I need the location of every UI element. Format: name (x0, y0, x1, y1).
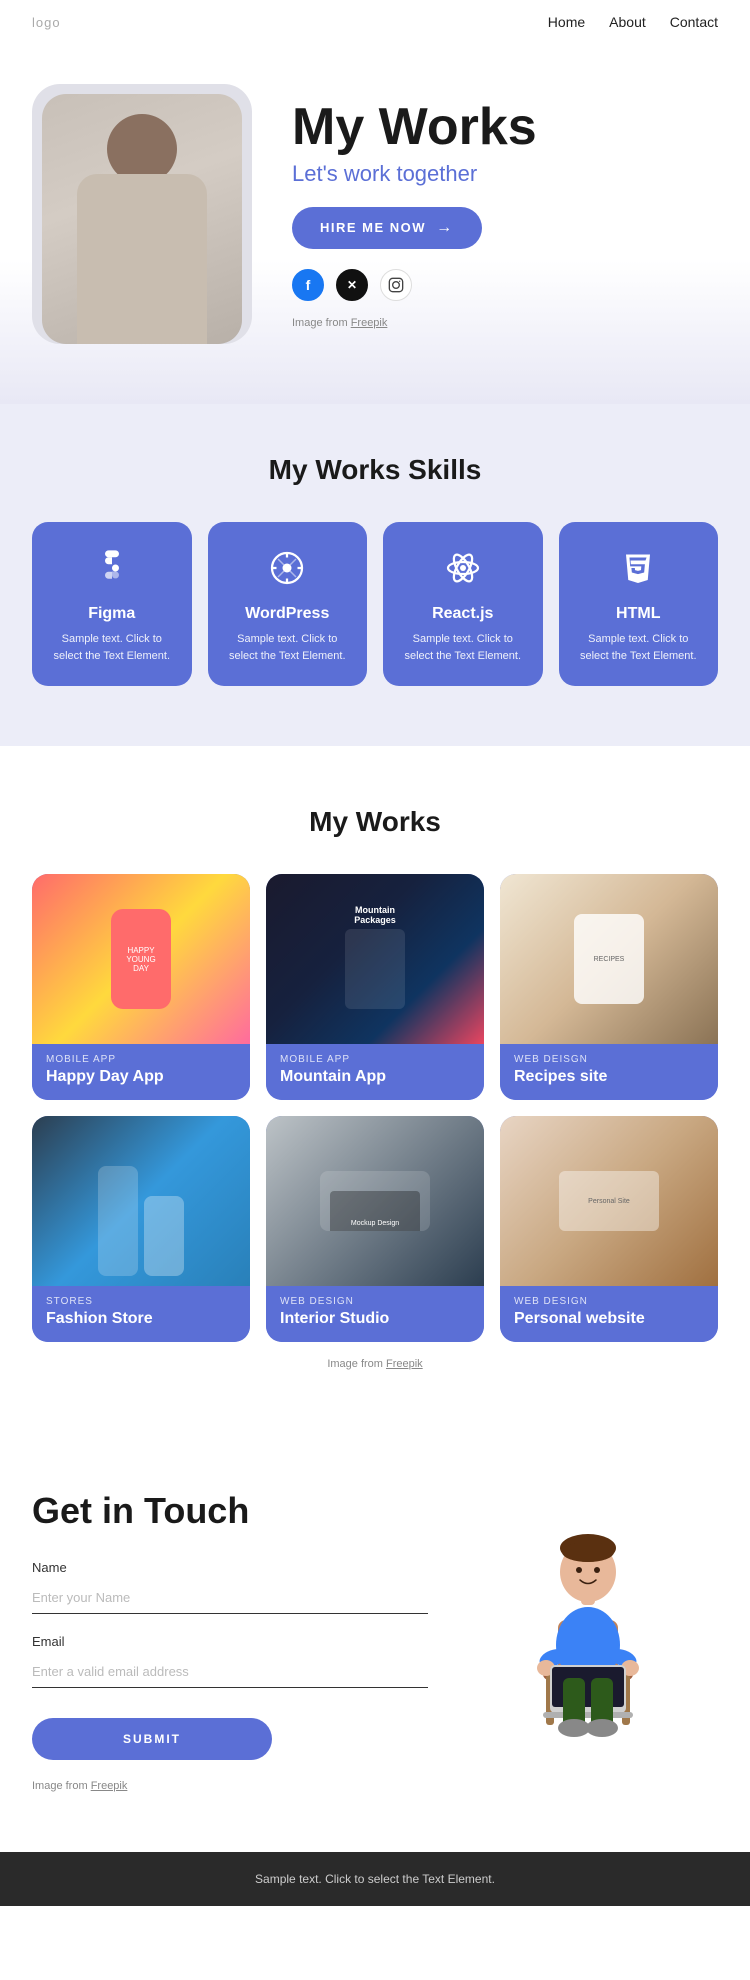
work-title: Happy Day App (46, 1068, 236, 1086)
skill-react: React.js Sample text. Click to select th… (383, 522, 543, 686)
name-input[interactable] (32, 1581, 428, 1614)
works-credit: Image from Freepik (32, 1358, 718, 1370)
work-category: WEB DEISGN (514, 1054, 704, 1065)
work-title: Recipes site (514, 1068, 704, 1086)
hero-section: My Works Let's work together HIRE ME NOW… (0, 44, 750, 404)
skills-grid: Figma Sample text. Click to select the T… (32, 522, 718, 686)
freepik-link[interactable]: Freepik (351, 317, 388, 329)
work-category: WEB DESIGN (280, 1296, 470, 1307)
nav-home[interactable]: Home (548, 14, 585, 30)
wordpress-icon (224, 550, 352, 595)
hero-image-wrapper (32, 84, 252, 344)
contact-character-svg (478, 1490, 698, 1770)
work-recipes[interactable]: RECIPES WEB DEISGN Recipes site (500, 874, 718, 1100)
logo: logo (32, 15, 61, 30)
figma-desc: Sample text. Click to select the Text El… (48, 631, 176, 664)
hero-text: My Works Let's work together HIRE ME NOW… (292, 99, 718, 328)
html5-icon (575, 550, 703, 595)
skill-figma: Figma Sample text. Click to select the T… (32, 522, 192, 686)
work-happy-day-image: HAPPYYOUNGDAY (32, 874, 250, 1044)
nav-links: Home About Contact (548, 14, 718, 30)
work-interior[interactable]: Mockup Design WEB DESIGN Interior Studio (266, 1116, 484, 1342)
hero-credit: Image from Freepik (292, 317, 718, 329)
work-personal-image: Personal Site (500, 1116, 718, 1286)
instagram-icon[interactable] (380, 269, 412, 301)
work-mountain-info: MOBILE APP Mountain App (266, 1044, 484, 1100)
arrow-icon: → (436, 219, 454, 237)
email-field-group: Email (32, 1634, 428, 1688)
work-happy-day-info: MOBILE APP Happy Day App (32, 1044, 250, 1100)
nav-contact[interactable]: Contact (670, 14, 718, 30)
work-title: Personal website (514, 1310, 704, 1328)
skill-wordpress: WordPress Sample text. Click to select t… (208, 522, 368, 686)
work-happy-day[interactable]: HAPPYYOUNGDAY MOBILE APP Happy Day App (32, 874, 250, 1100)
react-name: React.js (399, 605, 527, 623)
twitter-icon[interactable]: ✕ (336, 269, 368, 301)
react-desc: Sample text. Click to select the Text El… (399, 631, 527, 664)
contact-title: Get in Touch (32, 1490, 428, 1532)
work-interior-info: WEB DESIGN Interior Studio (266, 1286, 484, 1342)
hero-subtitle: Let's work together (292, 161, 718, 187)
email-input[interactable] (32, 1655, 428, 1688)
footer: Sample text. Click to select the Text El… (0, 1852, 750, 1906)
social-icons: f ✕ (292, 269, 718, 301)
contact-credit: Image from Freepik (32, 1780, 428, 1792)
works-grid: HAPPYYOUNGDAY MOBILE APP Happy Day App M… (32, 874, 718, 1342)
contact-form: Get in Touch Name Email SUBMIT Image fro… (32, 1490, 428, 1792)
hero-title: My Works (292, 99, 718, 156)
works-title: My Works (32, 806, 718, 838)
work-fashion[interactable]: STORES Fashion Store (32, 1116, 250, 1342)
work-category: MOBILE APP (280, 1054, 470, 1065)
name-field-group: Name (32, 1560, 428, 1614)
work-category: STORES (46, 1296, 236, 1307)
work-mountain[interactable]: MountainPackages MOBILE APP Mountain App (266, 874, 484, 1100)
skills-title: My Works Skills (32, 454, 718, 486)
wordpress-desc: Sample text. Click to select the Text El… (224, 631, 352, 664)
hero-person-image (42, 94, 242, 344)
work-title: Interior Studio (280, 1310, 470, 1328)
freepik-link-works[interactable]: Freepik (386, 1358, 423, 1370)
works-section: My Works HAPPYYOUNGDAY MOBILE APP Happy … (0, 746, 750, 1430)
react-icon (399, 550, 527, 595)
work-mountain-image: MountainPackages (266, 874, 484, 1044)
contact-illustration (458, 1490, 718, 1770)
footer-text: Sample text. Click to select the Text El… (255, 1872, 495, 1886)
work-recipes-image: RECIPES (500, 874, 718, 1044)
work-recipes-info: WEB DEISGN Recipes site (500, 1044, 718, 1100)
facebook-icon[interactable]: f (292, 269, 324, 301)
work-category: WEB DESIGN (514, 1296, 704, 1307)
html-desc: Sample text. Click to select the Text El… (575, 631, 703, 664)
work-personal[interactable]: Personal Site WEB DESIGN Personal websit… (500, 1116, 718, 1342)
nav-about[interactable]: About (609, 14, 646, 30)
work-interior-image: Mockup Design (266, 1116, 484, 1286)
email-label: Email (32, 1634, 428, 1649)
work-personal-info: WEB DESIGN Personal website (500, 1286, 718, 1342)
navigation: logo Home About Contact (0, 0, 750, 44)
skill-html: HTML Sample text. Click to select the Te… (559, 522, 719, 686)
wordpress-name: WordPress (224, 605, 352, 623)
submit-button[interactable]: SUBMIT (32, 1718, 272, 1760)
freepik-link-contact[interactable]: Freepik (91, 1780, 128, 1792)
html-name: HTML (575, 605, 703, 623)
work-title: Mountain App (280, 1068, 470, 1086)
work-fashion-info: STORES Fashion Store (32, 1286, 250, 1342)
figma-icon (48, 550, 176, 595)
hire-me-button[interactable]: HIRE ME NOW → (292, 207, 482, 249)
hire-me-label: HIRE ME NOW (320, 220, 426, 235)
work-category: MOBILE APP (46, 1054, 236, 1065)
skills-section: My Works Skills Figma Sample text. Click… (0, 404, 750, 746)
work-fashion-image (32, 1116, 250, 1286)
work-title: Fashion Store (46, 1310, 236, 1328)
contact-section: Get in Touch Name Email SUBMIT Image fro… (0, 1430, 750, 1852)
name-label: Name (32, 1560, 428, 1575)
figma-name: Figma (48, 605, 176, 623)
